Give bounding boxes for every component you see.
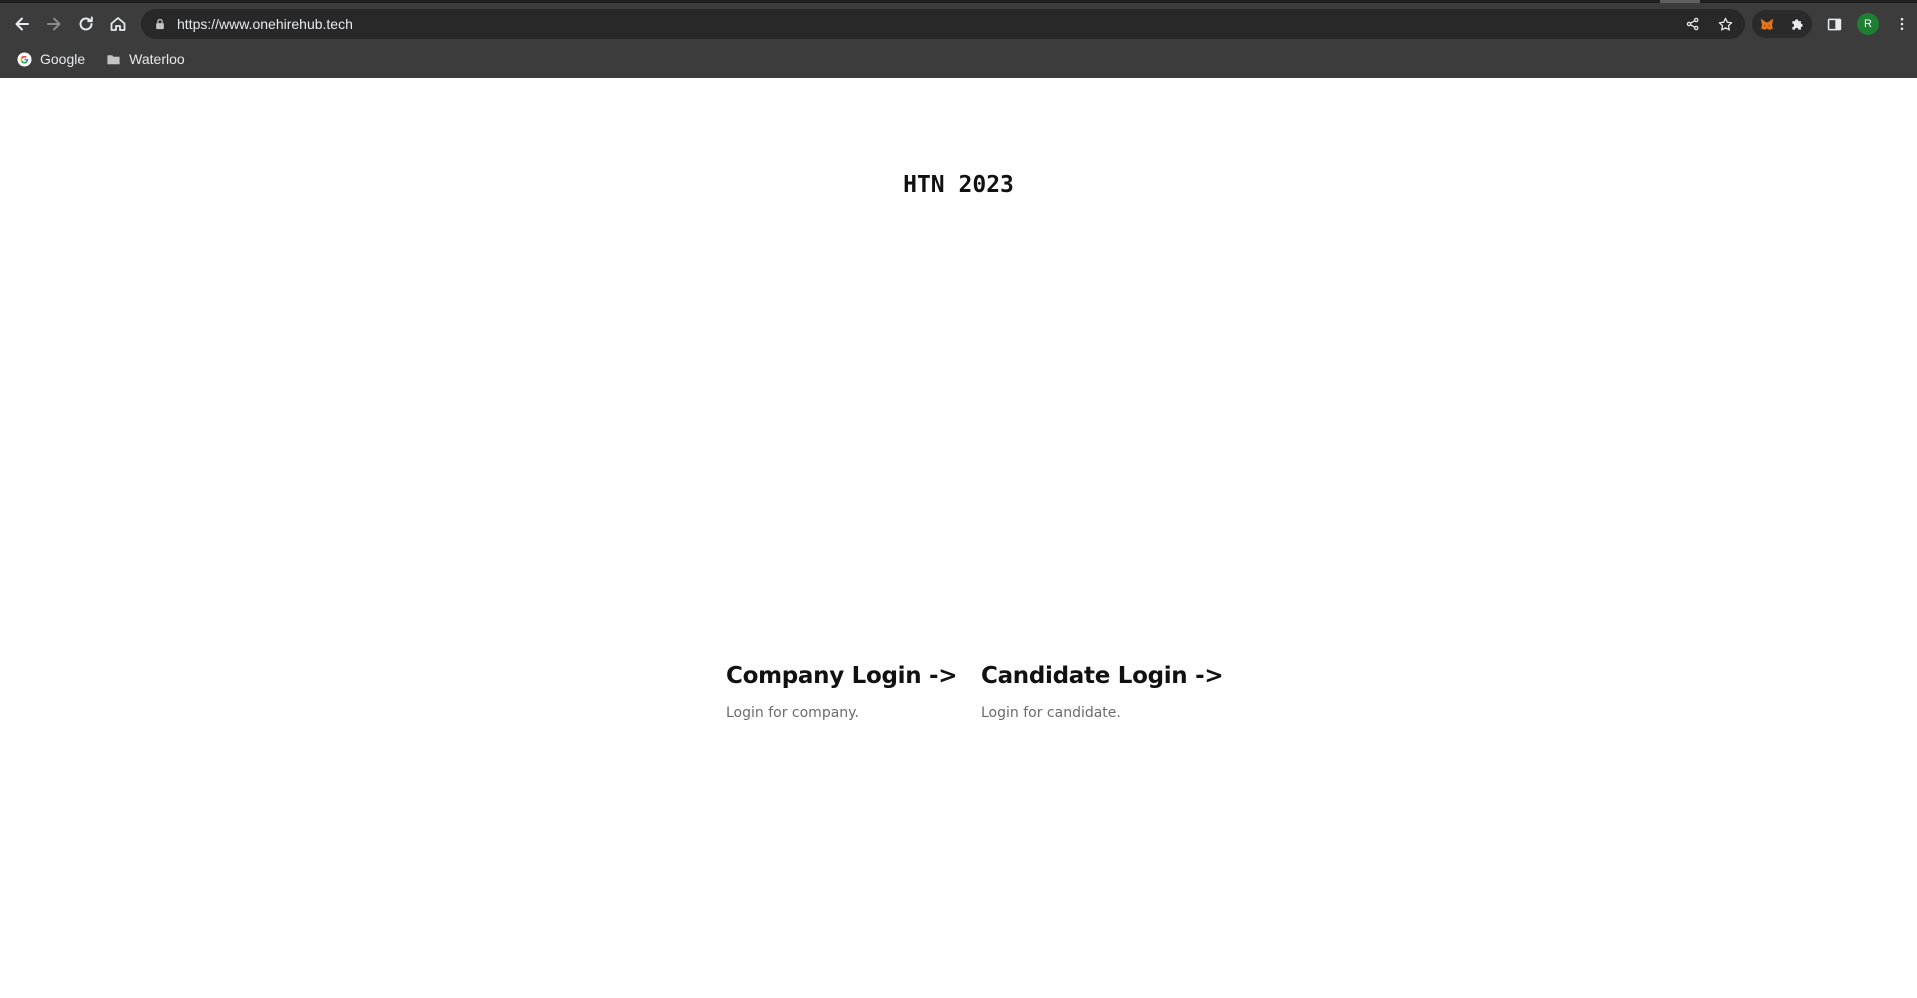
share-icon[interactable] xyxy=(1683,14,1703,34)
extensions-group xyxy=(1752,10,1812,38)
google-icon xyxy=(16,51,32,67)
page-content: HTN 2023 Company Login -> Login for comp… xyxy=(0,78,1917,998)
reload-button[interactable] xyxy=(70,8,102,40)
side-panel-icon[interactable] xyxy=(1822,12,1846,36)
bookmark-waterloo[interactable]: Waterloo xyxy=(101,47,189,71)
home-icon xyxy=(110,17,126,31)
url-text[interactable]: https://www.onehirehub.tech xyxy=(177,16,353,32)
profile-button[interactable]: R xyxy=(1856,12,1880,36)
address-bar[interactable]: https://www.onehirehub.tech xyxy=(141,9,1745,39)
company-login-link[interactable]: Company Login -> xyxy=(726,663,958,689)
company-login-card[interactable]: Company Login -> Login for company. xyxy=(726,663,958,721)
metamask-fox-icon[interactable] xyxy=(1755,12,1779,36)
candidate-login-card[interactable]: Candidate Login -> Login for candidate. xyxy=(981,663,1224,721)
bookmarks-bar: Google Waterloo xyxy=(0,45,1917,73)
avatar: R xyxy=(1857,13,1879,35)
company-login-description: Login for company. xyxy=(726,705,859,721)
bookmark-label: Google xyxy=(40,51,86,67)
bookmark-star-icon[interactable] xyxy=(1715,14,1735,34)
forward-arrow-icon xyxy=(47,17,61,31)
candidate-login-link[interactable]: Candidate Login -> xyxy=(981,663,1224,689)
lock-icon[interactable] xyxy=(153,17,167,31)
folder-icon xyxy=(105,51,121,67)
home-button[interactable] xyxy=(102,8,134,40)
forward-button[interactable] xyxy=(38,8,70,40)
bookmark-label: Waterloo xyxy=(129,51,185,67)
reload-icon xyxy=(79,16,93,31)
browser-toolbar: https://www.onehirehub.tech R xyxy=(0,3,1917,45)
toolbar-right: R xyxy=(1752,9,1914,39)
extensions-puzzle-icon[interactable] xyxy=(1785,12,1809,36)
menu-kebab-icon[interactable] xyxy=(1890,12,1914,36)
browser-chrome: https://www.onehirehub.tech R Google Wat… xyxy=(0,0,1917,78)
bookmark-google[interactable]: Google xyxy=(12,47,89,71)
candidate-login-description: Login for candidate. xyxy=(981,705,1121,721)
page-title: HTN 2023 xyxy=(903,172,1014,198)
back-button[interactable] xyxy=(6,8,38,40)
back-arrow-icon xyxy=(15,17,29,31)
